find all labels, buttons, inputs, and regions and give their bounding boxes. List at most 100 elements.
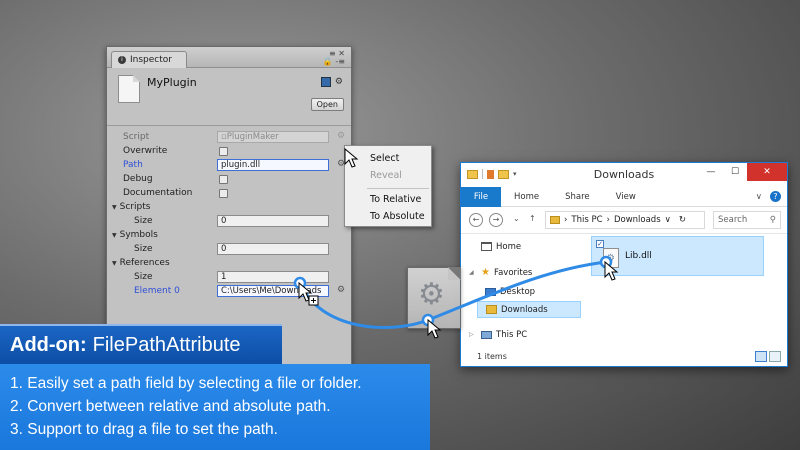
large-icons-view-icon[interactable] [769,351,781,362]
row-symbols-size: Size 0 [107,243,351,257]
expand-arrow-icon[interactable]: ▷ [469,331,477,338]
menu-item-select[interactable]: Select [345,151,431,168]
row-scripts[interactable]: Scripts [107,201,351,215]
asset-file-icon [118,75,140,103]
home-icon [481,242,492,251]
dll-file-icon [603,248,619,268]
symbols-foldout[interactable]: Symbols [112,230,158,240]
window-buttons: — ☐ ✕ [699,163,787,181]
documentation-label: Documentation [123,188,193,198]
breadcrumb-this-pc[interactable]: This PC [571,215,602,225]
banner-title-bold: Add-on: [10,333,87,356]
feature-line-1: 1. Easily set a path field by selecting … [10,375,362,392]
row-script: Script ▫PluginMaker ⚙ [107,131,351,145]
file-list: ✓ Lib.dll [589,234,787,350]
menu-item-to-absolute[interactable]: To Absolute [345,209,431,226]
tab-file[interactable]: File [461,186,501,207]
close-button[interactable]: ✕ [747,163,787,181]
scripts-size-label: Size [134,216,153,226]
menu-item-reveal: Reveal [370,170,402,181]
search-input[interactable]: Search ⚲ [713,211,781,229]
up-button[interactable]: ↑ [529,214,536,223]
forward-button[interactable]: → [489,213,503,227]
file-name: Lib.dll [625,251,652,261]
downloads-folder-icon [550,216,560,224]
settings-gear-icon[interactable]: ⚙ [335,77,343,87]
tab-view[interactable]: View [603,192,649,202]
details-view-icon[interactable] [755,351,767,362]
row-references-size: Size 1 [107,271,351,285]
nav-item-home[interactable]: Home [469,238,521,255]
tab-share[interactable]: Share [552,192,603,202]
maximize-button[interactable]: ☐ [723,163,747,181]
explorer-window: ▾ Downloads — ☐ ✕ File Home Share View ∨… [460,162,788,367]
overwrite-checkbox[interactable] [219,147,228,156]
file-item-lib-dll[interactable]: ✓ Lib.dll [591,236,764,276]
expand-ribbon-icon[interactable]: ∨ [756,192,762,202]
nav-favorites-label: Favorites [493,267,533,278]
element-0-gear-icon[interactable]: ⚙ [337,285,345,295]
object-name: MyPlugin [147,76,197,89]
element-0-label: Element 0 [134,286,180,296]
references-size-label: Size [134,272,153,282]
status-bar: 1 items [461,348,787,366]
scripts-foldout[interactable]: Scripts [112,202,151,212]
symbols-size-field[interactable]: 0 [217,243,329,255]
row-element-0: Element 0 C:\Users\Me\Downloads ⚙ [107,285,351,299]
banner-feature-list: 1. Easily set a path field by selecting … [0,364,430,450]
path-field[interactable]: plugin.dll [217,159,329,171]
scripts-size-field[interactable]: 0 [217,215,329,227]
downloads-icon [486,305,497,314]
explorer-titlebar: ▾ Downloads — ☐ ✕ [461,163,787,187]
banner-title: Add-on: FilePathAttribute [0,324,282,364]
refresh-icon[interactable]: ↻ [679,215,686,225]
open-button[interactable]: Open [310,98,344,111]
lock-icon[interactable]: 🔒 -≡ [323,58,345,66]
help-book-icon[interactable] [320,77,331,87]
tab-home[interactable]: Home [501,192,552,202]
item-count: 1 items [477,352,507,361]
header-icons: ⚙ [320,77,343,87]
tab-inspector-label: Inspector [130,55,172,65]
recent-locations-icon[interactable]: ⌄ [513,214,520,223]
address-box[interactable]: › This PC › Downloads ∨ ↻ [545,211,705,229]
row-path: Path plugin.dll ⚙ [107,159,351,173]
references-size-field[interactable]: 1 [217,271,329,283]
ribbon-tabs: File Home Share View ∨ ? [461,186,787,207]
help-icon[interactable]: ? [770,191,781,202]
address-bar-row: ← → ⌄ ↑ › This PC › Downloads ∨ ↻ Search… [461,207,787,234]
back-button[interactable]: ← [469,213,483,227]
computer-icon [481,330,492,339]
references-foldout[interactable]: References [112,258,170,268]
address-sep-icon: › [564,215,568,225]
select-checkbox[interactable]: ✓ [596,240,604,248]
inspector-window-controls[interactable]: ≡ ✕ 🔒 -≡ [323,50,345,66]
nav-item-favorites[interactable]: ◢ ★ Favorites [469,264,532,281]
inspector-tabbar: i Inspector ≡ ✕ 🔒 -≡ [107,47,351,68]
search-placeholder: Search [718,215,748,225]
minimize-button[interactable]: — [699,163,723,181]
row-symbols[interactable]: Symbols [107,229,351,243]
desktop-icon [485,287,496,296]
debug-checkbox[interactable] [219,175,228,184]
script-gear-icon: ⚙ [337,131,346,141]
nav-item-downloads[interactable]: Downloads [477,301,581,318]
breadcrumb-downloads[interactable]: Downloads [614,215,661,225]
banner-title-name: FilePathAttribute [92,333,241,356]
script-value: PluginMaker [226,132,279,142]
documentation-checkbox[interactable] [219,189,228,198]
menu-item-to-relative[interactable]: To Relative [345,192,431,209]
nav-item-this-pc[interactable]: ▷ This PC [469,326,527,343]
tab-inspector[interactable]: i Inspector [111,51,187,68]
nav-this-pc-label: This PC [496,329,528,340]
row-overwrite: Overwrite [107,145,351,159]
nav-item-desktop[interactable]: Desktop [485,283,535,300]
nav-downloads-label: Downloads [501,304,548,315]
symbols-size-label: Size [134,244,153,254]
row-references[interactable]: References [107,257,351,271]
element-0-field[interactable]: C:\Users\Me\Downloads [217,285,329,297]
path-label: Path [123,160,143,170]
address-dropdown-icon[interactable]: ∨ [665,215,671,225]
expand-arrow-icon[interactable]: ◢ [469,269,477,276]
script-field[interactable]: ▫PluginMaker [217,131,329,143]
